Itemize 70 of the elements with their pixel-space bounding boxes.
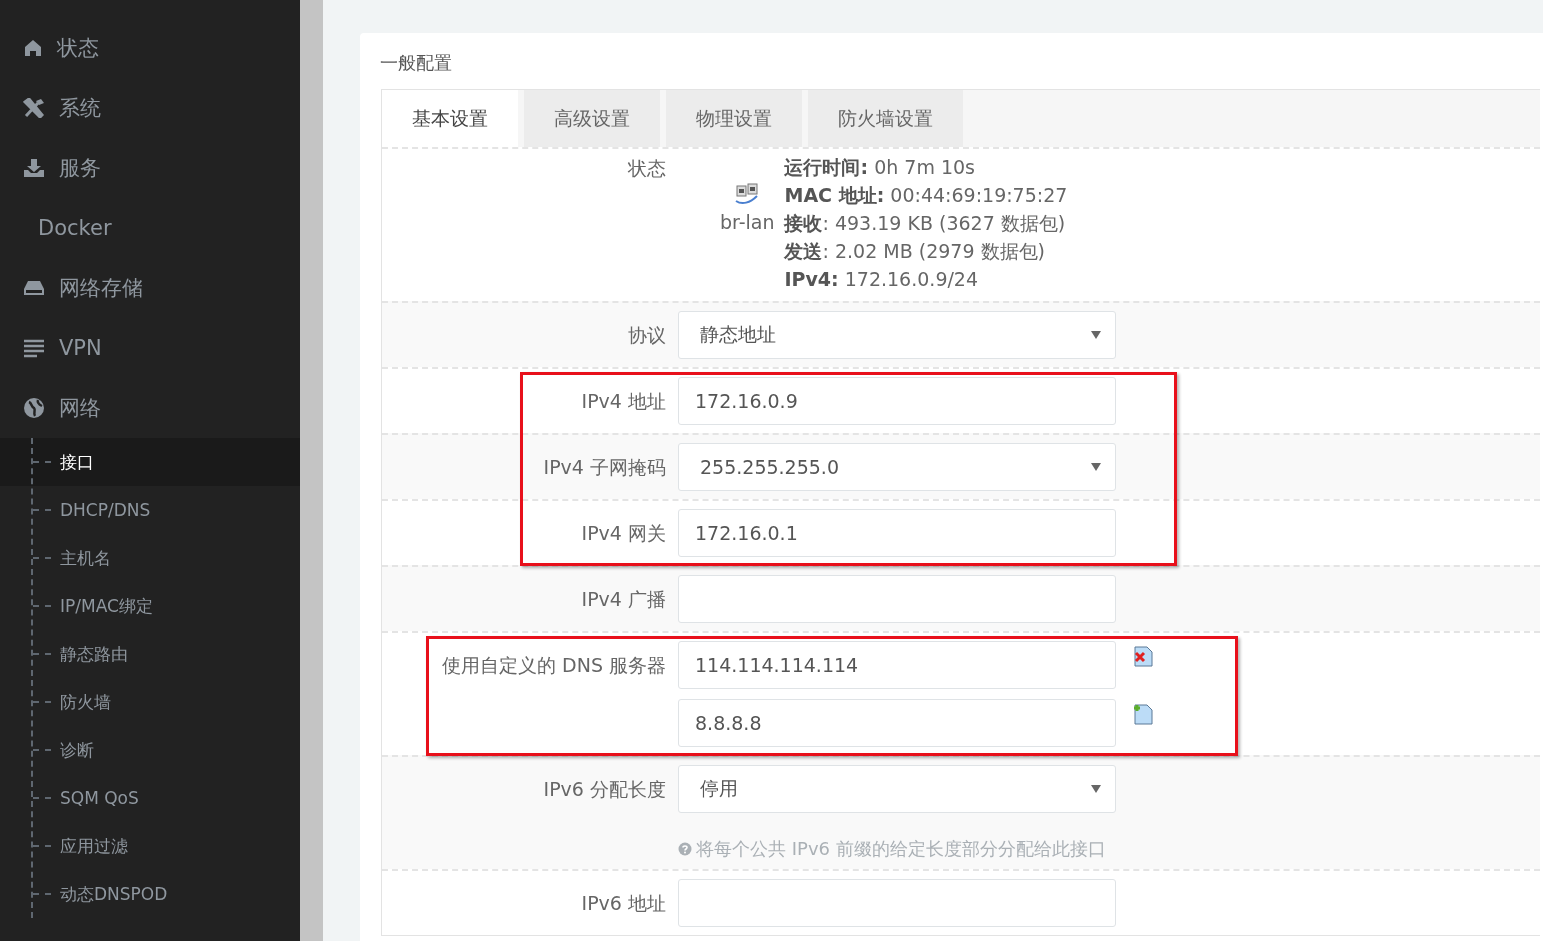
sidebar-item[interactable]: 网络存储 xyxy=(0,258,300,318)
tree-connector xyxy=(33,653,51,655)
tree-connector xyxy=(33,797,51,799)
input-field[interactable]: 8.8.8.8 xyxy=(678,699,1116,747)
tree-connector xyxy=(33,509,51,511)
field-label: IPv4 子网掩码 xyxy=(543,455,666,480)
tools-icon xyxy=(23,98,45,118)
tree-connector xyxy=(33,845,51,847)
field-label: 状态 xyxy=(628,156,666,181)
status-line: 运行时间: 0h 7m 10s xyxy=(784,155,976,180)
section-title: 一般配置 xyxy=(380,51,452,75)
field-label: IPv6 分配长度 xyxy=(543,777,666,802)
status-line: 发送: 2.02 MB (2979 数据包) xyxy=(784,239,1046,264)
tab[interactable]: 基本设置 xyxy=(382,90,518,147)
submenu-item[interactable]: DHCP/DNS xyxy=(0,486,300,534)
status-line: 接收: 493.19 KB (3627 数据包) xyxy=(784,211,1067,236)
sidebar-item[interactable]: VPN xyxy=(0,318,300,378)
sidebar-item[interactable]: 服务 xyxy=(0,138,300,198)
input-field[interactable] xyxy=(678,575,1116,623)
status-line: MAC 地址: 00:44:69:19:75:27 xyxy=(784,183,1068,208)
select-field[interactable]: 255.255.255.0 xyxy=(678,443,1116,491)
caret-icon xyxy=(1091,463,1101,471)
input-field[interactable]: 172.16.0.9 xyxy=(678,377,1116,425)
sidebar-item[interactable]: Docker xyxy=(0,198,300,258)
hint-text: 将每个公共 IPv6 前缀的给定长度部分分配给此接口 xyxy=(696,837,1106,861)
sidebar-item[interactable]: 状态 xyxy=(0,18,300,78)
sidebar-item[interactable]: 系统 xyxy=(0,78,300,138)
input-field[interactable]: 114.114.114.114 xyxy=(678,641,1116,689)
list-icon xyxy=(23,338,45,358)
download-icon xyxy=(23,158,45,178)
help-icon xyxy=(678,842,692,856)
submenu-item[interactable]: SQM QoS xyxy=(0,774,300,822)
submenu-item[interactable]: 主机名 xyxy=(0,534,300,582)
tree-connector xyxy=(33,605,51,607)
tab[interactable]: 高级设置 xyxy=(524,90,660,147)
submenu-item[interactable]: IP/MAC绑定 xyxy=(0,582,300,630)
submenu-item[interactable]: 防火墙 xyxy=(0,678,300,726)
document-add-icon[interactable] xyxy=(1132,703,1154,725)
caret-icon xyxy=(1091,785,1101,793)
home-icon xyxy=(23,38,43,58)
tree-connector xyxy=(33,701,51,703)
field-label: 使用自定义的 DNS 服务器 xyxy=(442,653,666,678)
field-label: IPv6 地址 xyxy=(581,891,666,916)
caret-icon xyxy=(1091,331,1101,339)
tree-connector xyxy=(33,749,51,751)
submenu-item[interactable]: 接口 xyxy=(0,438,300,486)
device-name: br-lan xyxy=(720,211,775,233)
input-field[interactable]: 172.16.0.1 xyxy=(678,509,1116,557)
document-delete-icon[interactable] xyxy=(1132,645,1154,667)
select-field[interactable]: 停用 xyxy=(678,765,1116,813)
field-label: IPv4 网关 xyxy=(581,521,666,546)
field-label: IPv4 地址 xyxy=(581,389,666,414)
drive-icon xyxy=(23,278,45,298)
submenu-item[interactable]: 应用过滤 xyxy=(0,822,300,870)
globe-icon xyxy=(23,397,45,419)
network-icon xyxy=(734,183,761,205)
select-field[interactable]: 静态地址 xyxy=(678,311,1116,359)
tab[interactable]: 防火墙设置 xyxy=(808,90,963,147)
sidebar-item[interactable]: 网络 xyxy=(0,378,300,438)
status-line: IPv4: 172.16.0.9/24 xyxy=(784,267,980,292)
tree-connector xyxy=(33,557,51,559)
input-field[interactable] xyxy=(678,879,1116,927)
tree-connector xyxy=(33,893,51,895)
tab[interactable]: 物理设置 xyxy=(666,90,802,147)
field-label: 协议 xyxy=(628,323,666,348)
submenu-item[interactable]: 动态DNSPOD xyxy=(0,870,300,918)
field-label: IPv4 广播 xyxy=(581,587,666,612)
tree-connector xyxy=(33,461,51,463)
submenu-item[interactable]: 静态路由 xyxy=(0,630,300,678)
submenu-item[interactable]: 诊断 xyxy=(0,726,300,774)
